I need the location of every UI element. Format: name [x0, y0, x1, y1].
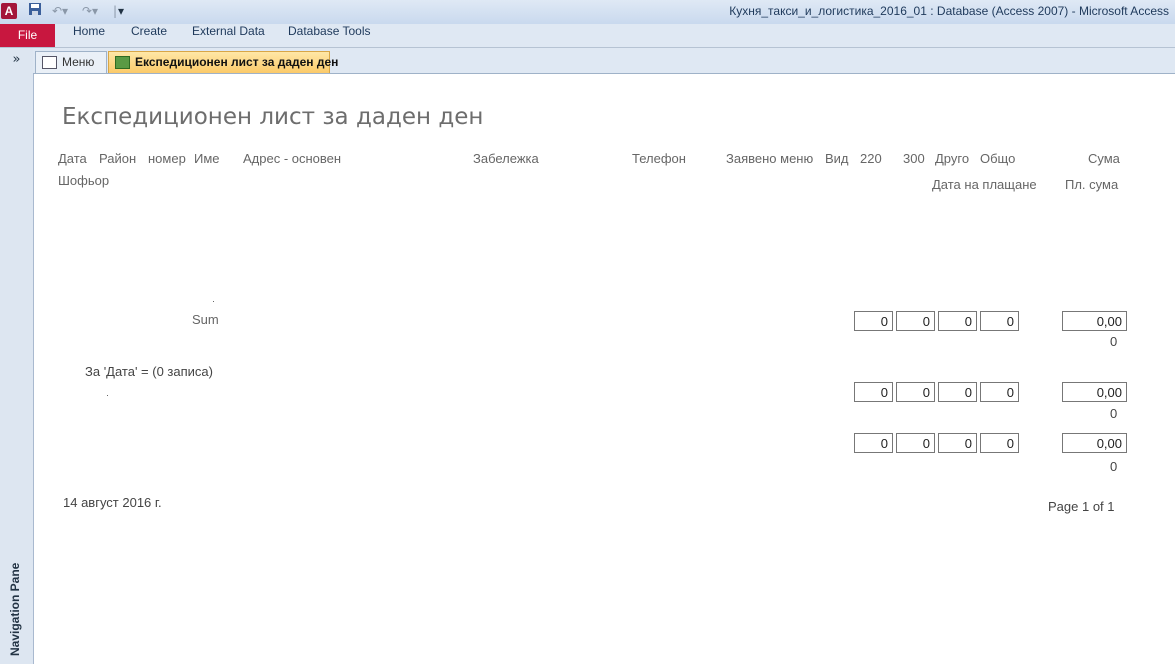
- window-title: Кухня_такси_и_логистика_2016_01 : Databa…: [729, 4, 1169, 18]
- header-type: Вид: [825, 151, 849, 166]
- document-tabs: Меню Експедиционен лист за даден ден: [33, 48, 1175, 74]
- header-sum: Сума: [1088, 151, 1120, 166]
- header-phone: Телефон: [632, 151, 686, 166]
- separator-dot: [107, 395, 108, 396]
- header-driver: Шофьор: [58, 173, 110, 188]
- nav-pane-toggle-button[interactable]: »: [0, 52, 33, 67]
- header-date: Дата: [58, 151, 87, 166]
- nav-pane-label[interactable]: Navigation Pane: [8, 563, 22, 656]
- separator-dot: [213, 301, 214, 302]
- header-number: номер: [148, 151, 186, 166]
- field-total-group: 0: [980, 382, 1019, 402]
- header-pay-date: Дата на плащане: [932, 177, 1037, 192]
- paid-sum-group: 0: [1110, 406, 1118, 421]
- report-view: Експедиционен лист за даден ден Дата Рай…: [34, 74, 1175, 664]
- field-other-total: 0: [938, 311, 977, 331]
- field-sum-report: 0,00: [1062, 433, 1127, 453]
- sum-label: Sum: [192, 312, 219, 327]
- field-sum-total: 0,00: [1062, 311, 1127, 331]
- file-tab[interactable]: File: [0, 24, 55, 47]
- navigation-pane[interactable]: » Navigation Pane: [0, 48, 34, 664]
- access-app-icon[interactable]: A: [1, 3, 17, 19]
- group-footer-label: За 'Дата' = (0 записа): [85, 364, 213, 379]
- paid-sum-report: 0: [1110, 459, 1118, 474]
- report-title: Експедиционен лист за даден ден: [62, 104, 484, 130]
- page-info: Page 1 of 1: [1048, 499, 1115, 514]
- customize-toolbar-icon[interactable]: ▾: [118, 2, 124, 20]
- tab-home[interactable]: Home: [73, 24, 105, 47]
- tab-external-data[interactable]: External Data: [192, 24, 265, 47]
- form-icon: [42, 56, 57, 69]
- paid-sum-total: 0: [1110, 334, 1118, 349]
- field-300-group: 0: [896, 382, 935, 402]
- tab-database-tools[interactable]: Database Tools: [288, 24, 371, 47]
- separator: |: [113, 4, 118, 18]
- header-other: Друго: [935, 151, 970, 166]
- field-sum-group: 0,00: [1062, 382, 1127, 402]
- title-bar: A ↶▾ ↷▾ | ▾ Кухня_такси_и_логистика_2016…: [0, 0, 1175, 24]
- redo-icon[interactable]: ↷▾: [82, 2, 98, 20]
- report-icon: [115, 56, 130, 69]
- tab-report-label: Експедиционен лист за даден ден: [135, 55, 339, 69]
- header-paid-sum: Пл. сума: [1065, 177, 1119, 192]
- header-note: Забележка: [473, 151, 539, 166]
- header-220: 220: [860, 151, 882, 166]
- header-300: 300: [903, 151, 925, 166]
- header-address: Адрес - основен: [243, 151, 342, 166]
- header-name: Име: [194, 151, 220, 166]
- tab-menu[interactable]: Меню: [35, 51, 107, 73]
- tab-report[interactable]: Експедиционен лист за даден ден: [108, 51, 338, 73]
- field-220-group: 0: [854, 382, 893, 402]
- tab-menu-label: Меню: [62, 55, 95, 69]
- header-total: Общо: [980, 151, 1016, 166]
- nav-pane-label-container: Navigation Pane: [8, 546, 24, 656]
- field-other-group: 0: [938, 382, 977, 402]
- field-220-report: 0: [854, 433, 893, 453]
- field-300-report: 0: [896, 433, 935, 453]
- header-district: Район: [99, 151, 137, 166]
- ribbon-tabs: File Home Create External Data Database …: [0, 24, 1175, 48]
- header-menu: Заявено меню: [726, 151, 814, 166]
- tab-create[interactable]: Create: [131, 24, 167, 47]
- undo-icon[interactable]: ↶▾: [52, 2, 68, 20]
- field-300-total: 0: [896, 311, 935, 331]
- field-total-total: 0: [980, 311, 1019, 331]
- save-icon[interactable]: [28, 2, 42, 20]
- field-220-total: 0: [854, 311, 893, 331]
- field-total-report: 0: [980, 433, 1019, 453]
- footer-date: 14 август 2016 г.: [63, 495, 162, 510]
- field-other-report: 0: [938, 433, 977, 453]
